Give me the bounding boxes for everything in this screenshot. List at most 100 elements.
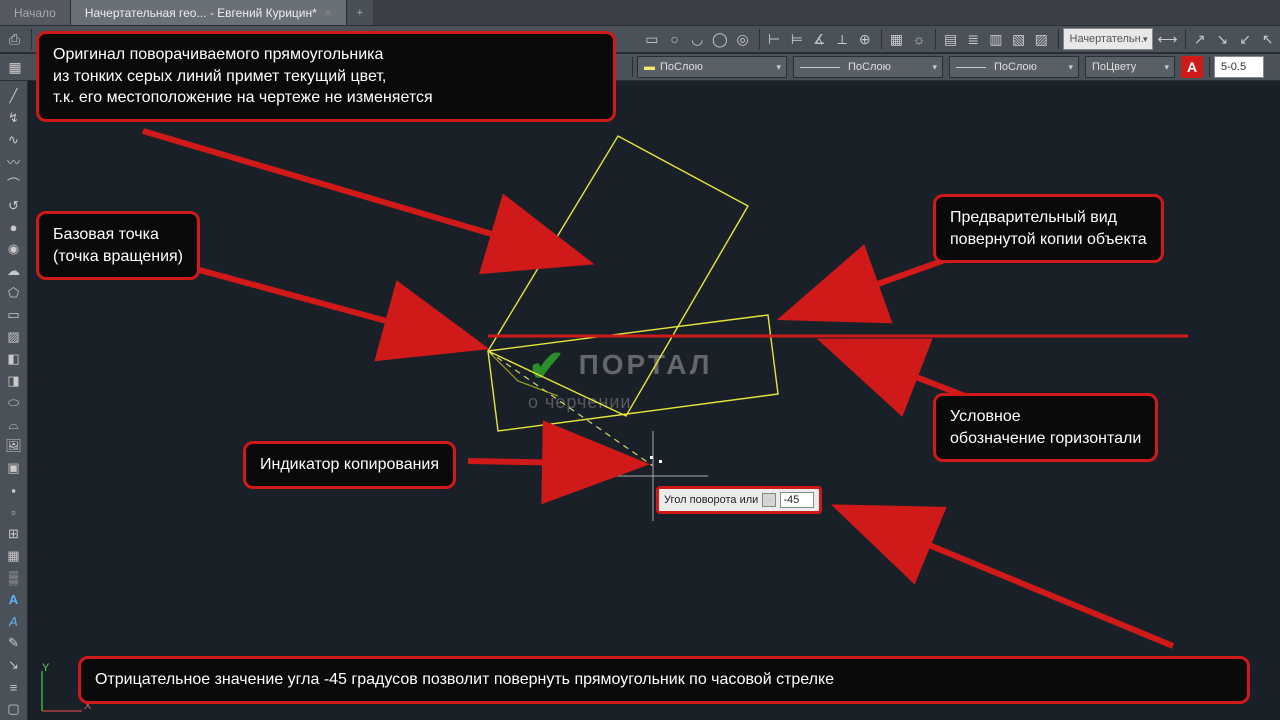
color-dropdown[interactable]: ПоЦвету — [1085, 56, 1175, 78]
multi-icon[interactable]: ▫ — [2, 502, 26, 522]
dimstyle-icon[interactable]: ⟷ — [1157, 28, 1179, 50]
image-icon[interactable]: 🖼 — [2, 436, 26, 456]
separator — [31, 29, 32, 49]
style-dropdown[interactable]: Начертательн. — [1063, 28, 1153, 50]
tab-label: Начало — [14, 6, 56, 20]
scale-field[interactable]: 5-0.5 — [1214, 56, 1264, 78]
text-icon[interactable]: A — [2, 590, 26, 610]
leader2-icon[interactable]: ↘ — [1212, 28, 1233, 50]
lineweight-value: ПоСлою — [994, 61, 1037, 73]
annotation-text: Индикатор копирования — [260, 456, 439, 473]
cloud-icon[interactable]: ☁ — [2, 261, 26, 281]
angle-input[interactable] — [780, 492, 814, 508]
curve-icon[interactable]: 〰 — [2, 152, 26, 172]
tab-add-button[interactable]: + — [347, 0, 373, 25]
grid-icon[interactable]: ▦ — [2, 546, 26, 566]
separator — [1209, 57, 1210, 77]
circle2-icon[interactable]: ● — [2, 218, 26, 238]
polyline-icon[interactable]: ↯ — [2, 108, 26, 128]
separator — [632, 57, 633, 77]
hatch-icon[interactable]: ▨ — [2, 327, 26, 347]
dim-linear-icon[interactable]: ⊢ — [764, 28, 785, 50]
annotation-copy-indicator: Индикатор копирования — [243, 441, 456, 489]
tab-label: Начертательная гео... - Евгений Курицин* — [85, 6, 317, 20]
leader-icon[interactable]: ↘ — [2, 655, 26, 675]
snap-icon[interactable]: ▭ — [642, 28, 663, 50]
boundary-icon[interactable]: ◧ — [2, 349, 26, 369]
brush-icon[interactable]: ✎ — [2, 633, 26, 653]
annotation-text: Условное обозначение горизонтали — [950, 408, 1141, 447]
annotation-text: Оригинал поворачиваемого прямоугольника … — [53, 46, 433, 106]
linetype-value: ПоСлою — [848, 61, 891, 73]
layer-dropdown[interactable]: ▬ ПоСлою — [637, 56, 787, 78]
text-a-icon[interactable]: A — [1181, 56, 1203, 78]
ellarc-icon[interactable]: ⌓ — [2, 415, 26, 435]
arc2-icon[interactable]: ⌒ — [2, 174, 26, 194]
tab-home[interactable]: Начало — [0, 0, 71, 25]
sun-icon[interactable]: ☼ — [909, 28, 930, 50]
mtext-icon[interactable]: A — [2, 612, 26, 632]
dynamic-input-tooltip: Угол поворота или ▾ — [656, 486, 822, 514]
dim-radius-icon[interactable]: ⟂ — [832, 28, 853, 50]
left-toolbar: ╱ ↯ ∿ 〰 ⌒ ↺ ● ◉ ☁ ⬠ ▭ ▨ ◧ ◨ ⬭ ⌓ 🖼 ▣ ▪ ▫ … — [0, 81, 28, 720]
rect-icon[interactable]: ▭ — [2, 305, 26, 325]
circle-icon[interactable]: ○ — [664, 28, 685, 50]
dim-aligned-icon[interactable]: ⊨ — [786, 28, 807, 50]
linetype-dropdown[interactable]: ПоСлою — [793, 56, 943, 78]
separator — [759, 29, 760, 49]
drawing-canvas[interactable]: ✔ ПОРТАЛ о черчении — [28, 81, 1280, 720]
leader4-icon[interactable]: ↖ — [1257, 28, 1278, 50]
block2-icon[interactable]: ▣ — [2, 458, 26, 478]
dim-diameter-icon[interactable]: ⊕ — [854, 28, 875, 50]
block-icon[interactable]: ▧ — [1008, 28, 1029, 50]
poly-icon[interactable]: ⬠ — [2, 283, 26, 303]
arc-icon[interactable]: ◡ — [687, 28, 708, 50]
spline-icon[interactable]: ∿ — [2, 130, 26, 150]
annotation-negative-angle: Отрицательное значение угла -45 градусов… — [78, 656, 1250, 704]
ucs-y-label: Y — [42, 662, 49, 674]
field-icon[interactable]: ≡ — [2, 677, 26, 697]
dim-angular-icon[interactable]: ∡ — [809, 28, 830, 50]
attach-icon[interactable]: ▨ — [1031, 28, 1052, 50]
leader1-icon[interactable]: ↗ — [1189, 28, 1210, 50]
style-value: Начертательн. — [1070, 33, 1144, 45]
scale-value: 5-0.5 — [1221, 61, 1246, 73]
calc-icon[interactable]: ▥ — [986, 28, 1007, 50]
rev-icon[interactable]: ↺ — [2, 196, 26, 216]
lineweight-dropdown[interactable]: ПоСлою — [949, 56, 1079, 78]
gray-icon[interactable]: ▒ — [2, 568, 26, 588]
separator — [881, 29, 882, 49]
ellipse2-icon[interactable]: ⬭ — [2, 393, 26, 413]
annotation-base-point: Базовая точка (точка вращения) — [36, 211, 200, 280]
annotation-horizontal: Условное обозначение горизонтали — [933, 393, 1158, 462]
wipeout-icon[interactable]: ▢ — [2, 699, 26, 719]
annotation-text: Базовая точка (точка вращения) — [53, 226, 183, 265]
point-icon[interactable]: ▪ — [2, 480, 26, 500]
tab-document[interactable]: Начертательная гео... - Евгений Курицин*… — [71, 0, 347, 25]
watermark-sub: о черчении — [528, 392, 712, 413]
region-icon[interactable]: ◨ — [2, 371, 26, 391]
close-icon[interactable]: × — [325, 6, 332, 20]
annotation-preview: Предварительный вид повернутой копии объ… — [933, 194, 1164, 263]
annotation-text: Предварительный вид повернутой копии объ… — [950, 209, 1147, 248]
ring-icon[interactable]: ◯ — [710, 28, 731, 50]
layers-icon[interactable]: ▦ — [4, 56, 26, 78]
layer-value: ПоСлою — [660, 61, 703, 73]
donut-icon[interactable]: ◉ — [2, 239, 26, 259]
layer-icon[interactable]: ▤ — [940, 28, 961, 50]
tooltip-label: Угол поворота или — [664, 494, 758, 506]
view-icon[interactable]: ▦ — [886, 28, 907, 50]
watermark-main: ПОРТАЛ — [579, 349, 713, 380]
separator — [1185, 29, 1186, 49]
line-icon[interactable]: ╱ — [2, 86, 26, 106]
table-icon[interactable]: ⊞ — [2, 524, 26, 544]
tab-bar: Начало Начертательная гео... - Евгений К… — [0, 0, 1280, 25]
print-icon[interactable]: ⎙ — [4, 28, 25, 50]
annotation-text: Отрицательное значение угла -45 градусов… — [95, 671, 834, 688]
annotation-original-rect: Оригинал поворачиваемого прямоугольника … — [36, 31, 616, 122]
separator — [1058, 29, 1059, 49]
props-icon[interactable]: ≣ — [963, 28, 984, 50]
dropdown-icon[interactable]: ▾ — [762, 493, 776, 507]
ellipse-icon[interactable]: ◎ — [732, 28, 753, 50]
leader3-icon[interactable]: ↙ — [1235, 28, 1256, 50]
